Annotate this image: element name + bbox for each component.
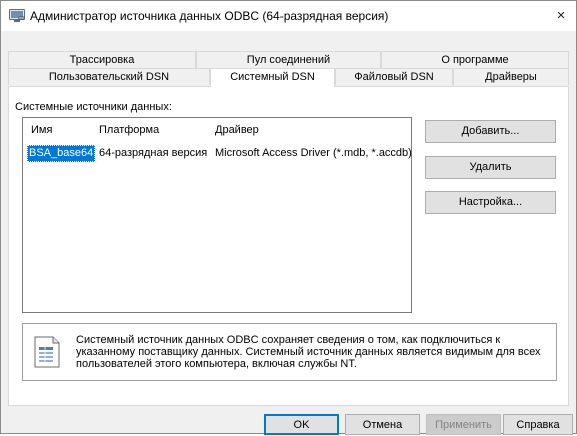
tab-user-dsn[interactable]: Пользовательский DSN [8,68,210,85]
tab-tracing[interactable]: Трассировка [8,51,196,68]
dsn-row-name[interactable]: BSA_base64 [27,145,96,162]
info-line: указанному поставщику данных. Системный … [76,346,541,358]
tab-drivers[interactable]: Драйверы [453,68,569,85]
window-title: Администратор источника данных ODBC (64-… [30,9,389,23]
tab-connection-pooling[interactable]: Пул соединений [196,51,381,68]
dsn-row-driver[interactable]: Microsoft Access Driver (*.mdb, *.accdb) [215,145,412,162]
apply-button[interactable]: Применить [426,414,501,435]
system-dsn-list[interactable]: Имя Платформа Драйвер BSA_base64 64-разр… [22,117,412,313]
help-button[interactable]: Справка [503,414,573,435]
tab-system-dsn[interactable]: Системный DSN [210,68,335,87]
close-button[interactable]: × [546,1,576,31]
odbc-admin-window: Администратор источника данных ODBC (64-… [0,0,577,435]
configure-button[interactable]: Настройка... [425,191,556,214]
cancel-button[interactable]: Отмена [345,414,420,435]
remove-button[interactable]: Удалить [425,156,556,179]
add-button[interactable]: Добавить... [425,120,556,143]
tab-file-dsn[interactable]: Файловый DSN [335,68,453,85]
info-line: пользователей этого компьютера, включая … [76,358,357,370]
info-description: Системный источник данных ODBC сохраняет… [76,334,546,370]
column-header-driver[interactable]: Драйвер [215,124,259,136]
database-document-icon [34,336,60,368]
odbc-admin-icon [9,9,25,22]
ok-button[interactable]: OK [264,414,339,435]
title-bar: Администратор источника данных ODBC (64-… [1,1,576,31]
info-line: Системный источник данных ODBC сохраняет… [76,334,501,346]
system-data-sources-label: Системные источники данных: [15,101,172,113]
tab-about[interactable]: О программе [381,51,569,68]
column-header-name[interactable]: Имя [31,124,52,136]
column-header-platform[interactable]: Платформа [99,124,159,136]
dsn-row-platform[interactable]: 64-разрядная версия [99,145,207,162]
